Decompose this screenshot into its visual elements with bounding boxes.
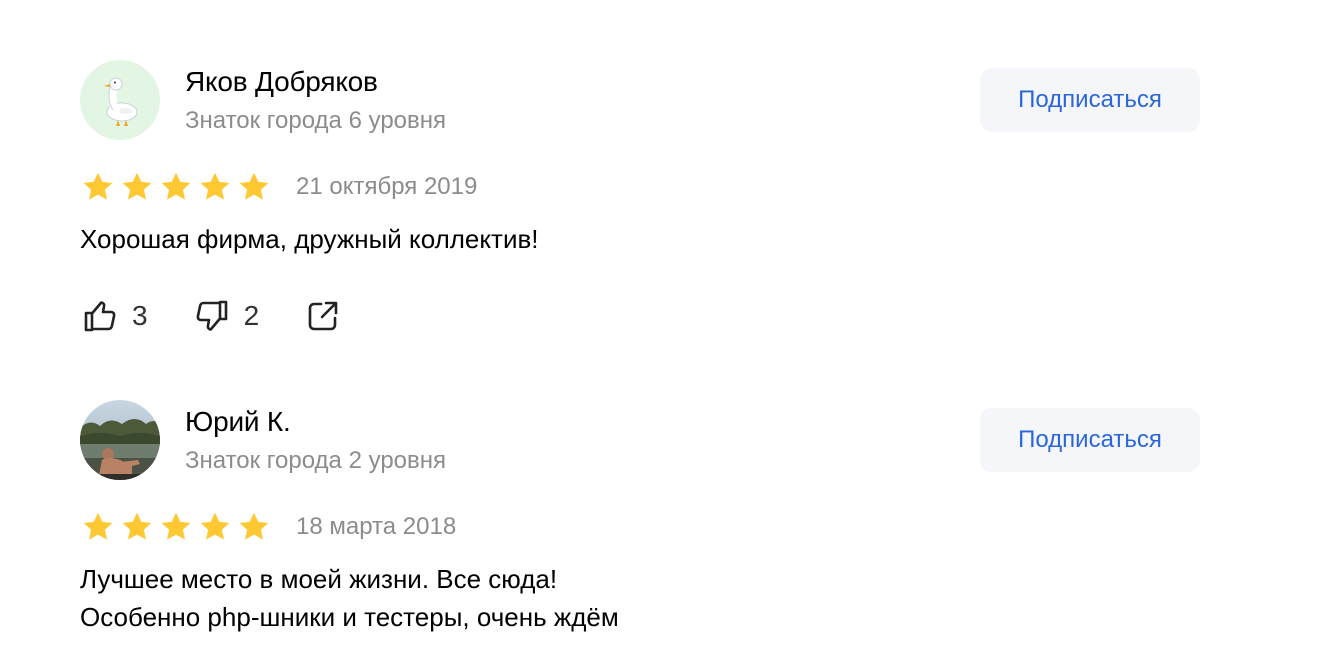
like-count: 3 [132,300,148,331]
goose-avatar-icon[interactable] [80,60,160,140]
review-header: Юрий К. Знаток города 2 уровня Подписать… [80,400,1200,480]
star-icon [122,512,152,540]
review-card: Яков Добряков Знаток города 6 уровня Под… [80,60,1200,338]
review-meta: 21 октября 2019 [80,170,1200,204]
dislike-button[interactable]: 2 [192,296,260,336]
star-icon [122,172,152,200]
star-icon [161,172,191,200]
star-icon [239,512,269,540]
review-actions: 3 2 [80,294,1200,338]
star-icon [239,172,269,200]
author-level: Знаток города 6 уровня [185,107,447,134]
review-date: 21 октября 2019 [296,173,478,200]
author-name[interactable]: Яков Добряков [185,66,378,98]
review-text: Хорошая фирма, дружный коллектив! [80,224,539,254]
star-icon [161,512,191,540]
author-name[interactable]: Юрий К. [185,406,291,438]
share-button[interactable] [303,296,343,336]
share-icon [308,301,338,331]
subscribe-button[interactable]: Подписаться [980,68,1200,132]
review-meta: 18 марта 2018 [80,510,1200,544]
star-icon [200,512,230,540]
star-icon [83,512,113,540]
review-text: Лучшее место в моей жизни. Все сюда! Осо… [80,560,1200,636]
review-text-line: Особенно php-шники и тестеры, очень ждём [80,602,619,632]
rating-stars [80,169,272,205]
rating-stars [80,509,272,545]
review-card: Юрий К. Знаток города 2 уровня Подписать… [80,400,1200,636]
review-date: 18 марта 2018 [296,513,457,540]
subscribe-button[interactable]: Подписаться [980,408,1200,472]
dislike-count: 2 [243,300,260,331]
star-icon [200,172,230,200]
like-button[interactable]: 3 [80,296,148,336]
thumbs-down-icon [196,300,227,331]
user-photo-avatar[interactable] [80,400,160,480]
review-header: Яков Добряков Знаток города 6 уровня Под… [80,60,1200,140]
author-level: Знаток города 2 уровня [185,447,447,474]
reviews-list: Яков Добряков Знаток города 6 уровня Под… [80,60,1200,636]
review-text-line: Лучшее место в моей жизни. Все сюда! [80,564,558,594]
star-icon [83,172,113,200]
thumbs-up-icon [84,301,116,332]
